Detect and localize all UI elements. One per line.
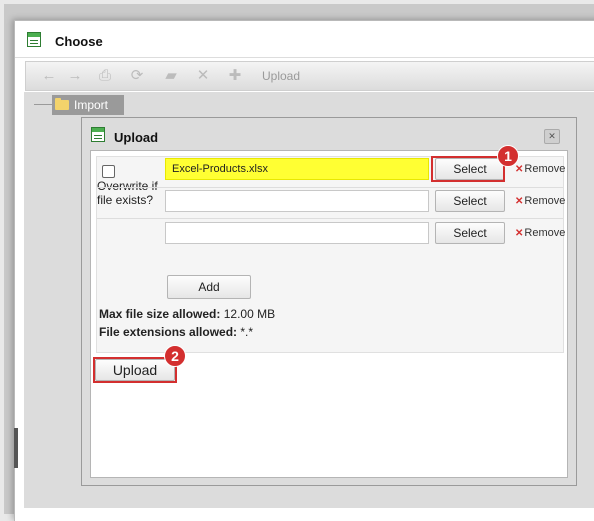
remove-label: Remove [524, 227, 566, 239]
extensions-info: File extensions allowed: *.* [99, 325, 253, 339]
toolbar: ← → ⎙ ⟳ ▰ ✕ ✚ Upload [25, 61, 594, 91]
back-icon[interactable]: ← [40, 66, 58, 86]
window-title: Choose [55, 34, 103, 49]
print-icon[interactable]: ⎙ [96, 66, 114, 86]
remove-icon: ✕ [515, 164, 524, 175]
select-button-3[interactable]: Select [435, 222, 505, 244]
new-folder-icon[interactable]: ▰ [162, 66, 180, 86]
dialog-icon [91, 127, 105, 142]
toolbar-upload-label[interactable]: Upload [262, 69, 300, 83]
upload-dialog: Upload ✕ Overwrite if file exists? Excel… [81, 117, 577, 486]
overwrite-label: Overwrite if file exists? [97, 179, 158, 207]
add-icon[interactable]: ✚ [226, 66, 244, 86]
file-input-2[interactable] [165, 190, 429, 212]
dialog-title: Upload [114, 130, 159, 145]
refresh-icon[interactable]: ⟳ [128, 66, 146, 86]
tree-node-import[interactable]: Import [52, 95, 124, 115]
remove-link-2[interactable]: ✕Remove [515, 195, 565, 207]
remove-label: Remove [524, 163, 566, 175]
upload-button[interactable]: Upload [95, 359, 175, 381]
dialog-body: Overwrite if file exists? Excel-Products… [90, 145, 568, 478]
select-button-1[interactable]: Select [435, 158, 505, 180]
close-icon[interactable]: ✕ [544, 129, 560, 144]
row-divider [97, 187, 563, 188]
window-icon [27, 32, 41, 47]
window-titlebar: Choose [15, 21, 594, 58]
max-size-value: 12.00 MB [223, 307, 276, 321]
remove-link-3[interactable]: ✕Remove [515, 227, 565, 239]
remove-icon: ✕ [515, 196, 524, 207]
forward-icon[interactable]: → [66, 66, 84, 86]
folder-icon [55, 98, 69, 110]
scrollbar-handle[interactable] [14, 428, 18, 468]
step-1-badge: 1 [497, 145, 519, 167]
file-list-panel: Overwrite if file exists? Excel-Products… [96, 156, 565, 353]
select-button-2[interactable]: Select [435, 190, 505, 212]
overwrite-checkbox[interactable] [102, 165, 115, 178]
delete-icon[interactable]: ✕ [194, 66, 212, 86]
add-button[interactable]: Add [167, 275, 251, 299]
step-2-badge: 2 [164, 345, 186, 367]
row-divider [97, 218, 563, 219]
file-input-3[interactable] [165, 222, 429, 244]
tree-node-label: Import [74, 98, 109, 112]
remove-icon: ✕ [515, 228, 524, 239]
remove-link-1[interactable]: ✕Remove [515, 163, 565, 175]
remove-label: Remove [524, 195, 566, 207]
max-size-label: Max file size allowed: [99, 307, 221, 321]
max-size-info: Max file size allowed: 12.00 MB [99, 307, 275, 321]
file-input-1[interactable]: Excel-Products.xlsx [165, 158, 429, 180]
extensions-value: *.* [240, 325, 254, 339]
extensions-label: File extensions allowed: [99, 325, 238, 339]
